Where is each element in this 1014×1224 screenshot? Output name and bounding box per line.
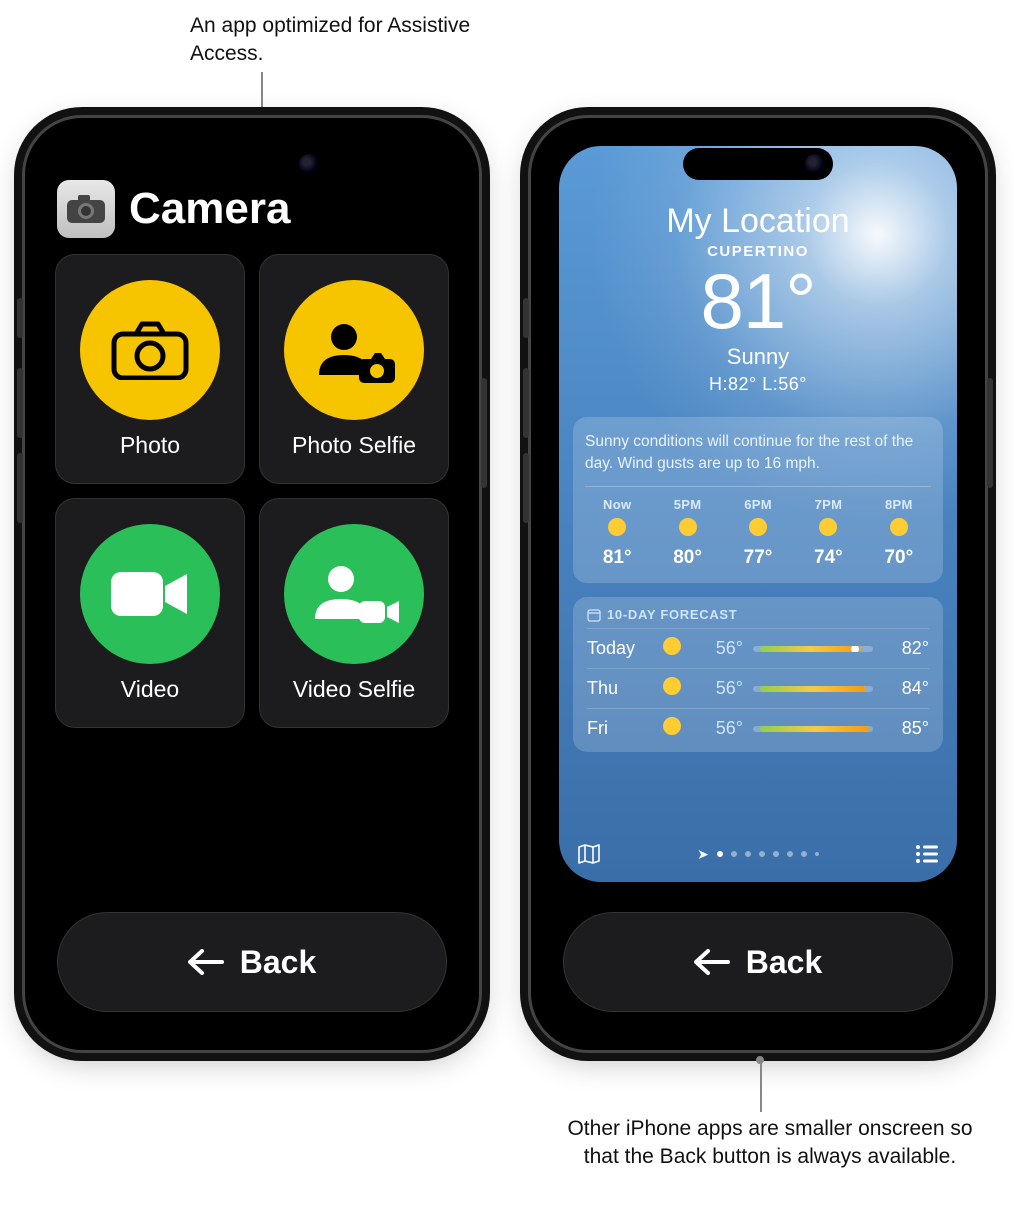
forecast-row: Fri 56° 85° — [587, 708, 929, 748]
tile-label: Photo — [120, 432, 180, 459]
location-arrow-icon: ➤ — [697, 846, 709, 863]
hour-item: 7PM 74° — [796, 497, 860, 569]
sun-icon — [657, 637, 687, 660]
map-icon[interactable] — [577, 843, 601, 865]
weather-temperature: 81° — [559, 262, 957, 340]
camera-title: Camera — [129, 184, 290, 234]
sun-icon — [867, 518, 931, 541]
page-indicator[interactable]: ➤ — [697, 846, 819, 863]
phone-screen-left: Camera Photo — [37, 130, 467, 1038]
sun-icon — [726, 518, 790, 541]
hour-item: 8PM 70° — [867, 497, 931, 569]
forecast-day: Today — [587, 638, 647, 659]
camera-grid: Photo Photo — [37, 248, 467, 728]
side-button — [523, 298, 529, 338]
phone-left: Camera Photo — [22, 115, 482, 1053]
photo-tile[interactable]: Photo — [55, 254, 245, 484]
hour-time: 8PM — [867, 497, 931, 512]
forecast-day: Fri — [587, 718, 647, 739]
tile-label: Photo Selfie — [292, 432, 416, 459]
side-button — [523, 368, 529, 438]
weather-forecast-panel[interactable]: 10-DAY FORECAST Today 56° 82° Thu 56° 84… — [573, 597, 943, 752]
weather-summary: Sunny conditions will continue for the r… — [585, 431, 931, 487]
camera-icon — [80, 280, 220, 420]
forecast-title: 10-DAY FORECAST — [587, 607, 929, 622]
hour-temp: 70° — [867, 547, 931, 569]
side-button — [17, 453, 23, 523]
forecast-high: 85° — [883, 718, 929, 739]
forecast-row: Today 56° 82° — [587, 628, 929, 668]
back-button[interactable]: Back — [563, 912, 953, 1012]
list-icon[interactable] — [915, 844, 939, 864]
tile-label: Video Selfie — [293, 676, 415, 703]
sun-icon — [655, 518, 719, 541]
callout-line-top — [261, 72, 263, 118]
sun-icon — [585, 518, 649, 541]
side-button — [987, 378, 993, 488]
sun-icon — [796, 518, 860, 541]
forecast-high: 82° — [883, 638, 929, 659]
side-button — [17, 298, 23, 338]
hour-item: Now 81° — [585, 497, 649, 569]
selfie-video-icon — [284, 524, 424, 664]
forecast-bar — [753, 726, 873, 732]
callout-dot-bottom — [756, 1056, 764, 1064]
forecast-low: 56° — [697, 678, 743, 699]
forecast-bar — [753, 686, 873, 692]
back-arrow-icon — [188, 949, 224, 975]
phone-right: My Location CUPERTINO 81° Sunny H:82° L:… — [528, 115, 988, 1053]
weather-hourly-row: Now 81° 5PM 80° 6PM 77° — [585, 497, 931, 569]
weather-condition: Sunny — [559, 344, 957, 370]
forecast-row: Thu 56° 84° — [587, 668, 929, 708]
back-button[interactable]: Back — [57, 912, 447, 1012]
hour-time: 6PM — [726, 497, 790, 512]
video-tile[interactable]: Video — [55, 498, 245, 728]
camera-app: Camera Photo — [37, 130, 467, 1038]
forecast-low: 56° — [697, 718, 743, 739]
weather-header: My Location CUPERTINO 81° Sunny H:82° L:… — [559, 146, 957, 395]
side-button — [481, 378, 487, 488]
photo-selfie-tile[interactable]: Photo Selfie — [259, 254, 449, 484]
dynamic-island — [177, 148, 327, 180]
hour-time: 7PM — [796, 497, 860, 512]
forecast-low: 56° — [697, 638, 743, 659]
tile-label: Video — [121, 676, 179, 703]
phone-screen-right: My Location CUPERTINO 81° Sunny H:82° L:… — [543, 130, 973, 1038]
hour-time: 5PM — [655, 497, 719, 512]
dynamic-island — [683, 148, 833, 180]
forecast-high: 84° — [883, 678, 929, 699]
weather-mylocation: My Location — [559, 202, 957, 241]
sun-icon — [657, 677, 687, 700]
weather-hourly-panel[interactable]: Sunny conditions will continue for the r… — [573, 417, 943, 583]
hour-item: 6PM 77° — [726, 497, 790, 569]
forecast-day: Thu — [587, 678, 647, 699]
hour-time: Now — [585, 497, 649, 512]
forecast-title-label: 10-DAY FORECAST — [607, 607, 737, 622]
callout-top: An app optimized for Assistive Access. — [190, 12, 490, 69]
callout-line-bottom — [760, 1060, 762, 1112]
back-label: Back — [240, 944, 317, 981]
sun-icon — [657, 717, 687, 740]
camera-app-icon — [57, 180, 115, 238]
back-arrow-icon — [694, 949, 730, 975]
video-icon — [80, 524, 220, 664]
hour-temp: 81° — [585, 547, 649, 569]
back-label: Back — [746, 944, 823, 981]
weather-hilo: H:82° L:56° — [559, 374, 957, 395]
side-button — [523, 453, 529, 523]
hour-temp: 74° — [796, 547, 860, 569]
video-selfie-tile[interactable]: Video Selfie — [259, 498, 449, 728]
hour-item: 5PM 80° — [655, 497, 719, 569]
calendar-icon — [587, 608, 601, 622]
hour-temp: 80° — [655, 547, 719, 569]
side-button — [17, 368, 23, 438]
selfie-camera-icon — [284, 280, 424, 420]
weather-app-window: My Location CUPERTINO 81° Sunny H:82° L:… — [559, 146, 957, 882]
forecast-bar — [753, 646, 873, 652]
weather-footer: ➤ — [559, 834, 957, 874]
hour-temp: 77° — [726, 547, 790, 569]
callout-bottom: Other iPhone apps are smaller onscreen s… — [560, 1115, 980, 1172]
